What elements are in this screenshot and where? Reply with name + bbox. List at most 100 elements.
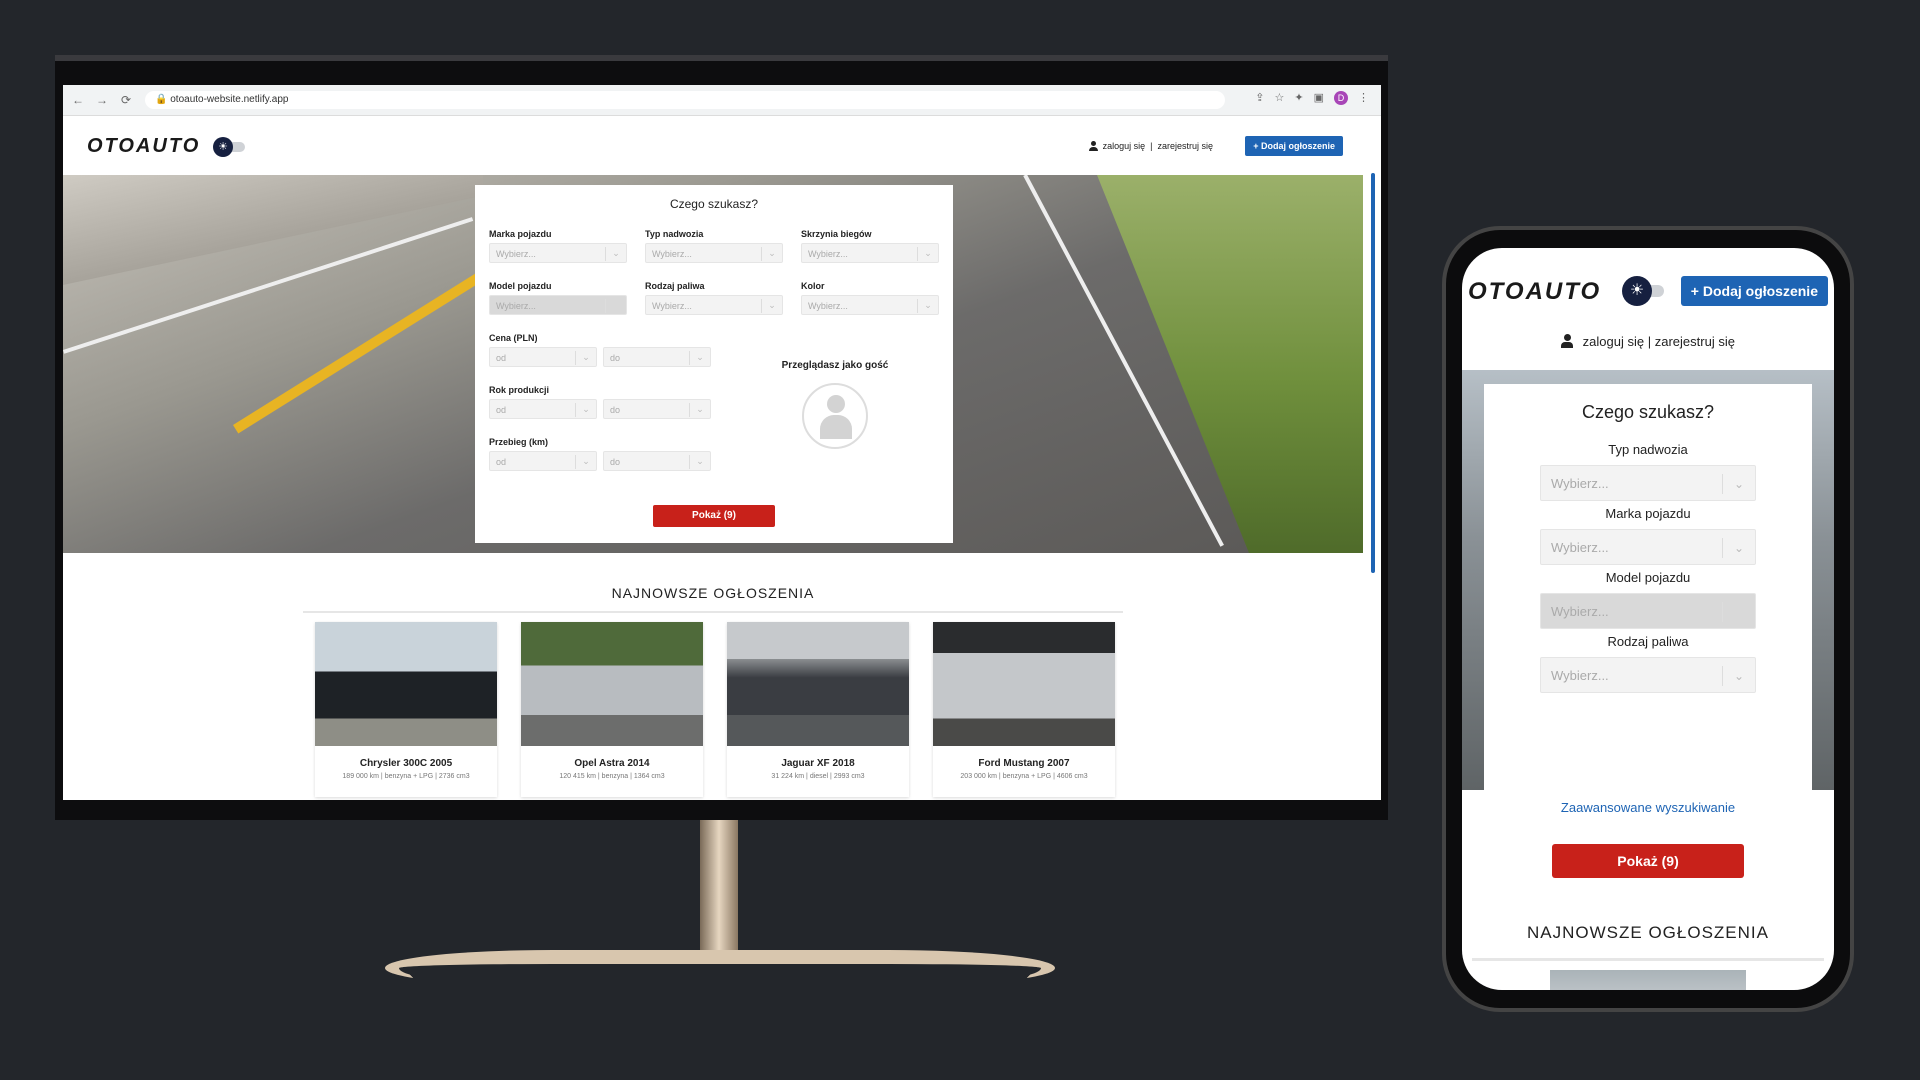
- theme-toggle[interactable]: ☀: [213, 137, 245, 157]
- site-logo[interactable]: OTOAUTO: [87, 135, 200, 158]
- address-bar-url: otoauto-website.netlify.app: [170, 94, 289, 105]
- mobile-register-link[interactable]: zarejestruj się: [1655, 334, 1735, 349]
- body-type-select[interactable]: Wybierz... ⌄: [645, 243, 783, 263]
- forward-icon[interactable]: →: [93, 93, 111, 107]
- browser-actions: ⇪ ☆ ✦ ▣ D ⋮: [1255, 91, 1369, 105]
- body-type-placeholder: Wybierz...: [652, 249, 692, 259]
- price-from-select[interactable]: od ⌄: [489, 347, 597, 367]
- mobile-add-listing-button[interactable]: + Dodaj ogłoszenie: [1680, 276, 1828, 306]
- body-type-select[interactable]: Wybierz... ⌄: [1540, 465, 1756, 501]
- brand-select[interactable]: Wybierz... ⌄: [1540, 529, 1756, 565]
- car-photo: [521, 622, 703, 746]
- model-select[interactable]: Wybierz...: [489, 295, 627, 315]
- mobile-login-link[interactable]: zaloguj się: [1583, 334, 1644, 349]
- price-range: od ⌄ do ⌄: [489, 347, 729, 367]
- fuel-select[interactable]: Wybierz... ⌄: [1540, 657, 1756, 693]
- search-title: Czego szukasz?: [669, 197, 759, 211]
- desktop-screen: ← → ⟳ 🔒 otoauto-website.netlify.app ⇪ ☆ …: [63, 85, 1381, 800]
- mobile-search-title: Czego szukasz?: [1581, 402, 1715, 422]
- listing-specs: 203 000 km | benzyna + LPG | 4606 cm3: [960, 773, 1088, 780]
- model-label: Model pojazdu: [489, 281, 552, 291]
- mileage-from-select[interactable]: od ⌄: [489, 451, 597, 471]
- year-to: do: [610, 405, 621, 415]
- mobile-model-field: Model pojazdu Wybierz...: [1540, 570, 1756, 629]
- year-field: Rok produkcji od ⌄ do ⌄: [489, 385, 729, 419]
- mileage-to: do: [610, 457, 621, 467]
- auth-separator: |: [1150, 141, 1153, 151]
- advanced-search-link[interactable]: Zaawansowane wyszukiwanie: [1484, 800, 1812, 815]
- year-from: od: [496, 405, 507, 415]
- price-to-select[interactable]: do ⌄: [603, 347, 711, 367]
- color-select[interactable]: Wybierz... ⌄: [801, 295, 939, 315]
- listing-title: Opel Astra 2014: [574, 758, 650, 769]
- gearbox-select[interactable]: Wybierz... ⌄: [801, 243, 939, 263]
- year-range: od ⌄ do ⌄: [489, 399, 729, 419]
- mobile-search-panel: Czego szukasz? Typ nadwozia Wybierz... ⌄ …: [1484, 384, 1812, 878]
- mobile-show-results-button[interactable]: Pokaż (9): [1552, 844, 1744, 878]
- mobile-phone: OTOAUTO ☀ + Dodaj ogłoszenie zaloguj się…: [1442, 226, 1854, 1012]
- scrollbar[interactable]: [1371, 173, 1375, 573]
- color-label: Kolor: [801, 281, 825, 291]
- listing-card[interactable]: Opel Astra 2014 120 415 km | benzyna | 1…: [521, 622, 703, 797]
- star-icon[interactable]: ☆: [1275, 91, 1285, 105]
- mobile-brand-field: Marka pojazdu Wybierz... ⌄: [1540, 506, 1756, 565]
- brand-select[interactable]: Wybierz... ⌄: [489, 243, 627, 263]
- mileage-to-select[interactable]: do ⌄: [603, 451, 711, 471]
- listing-specs: 189 000 km | benzyna + LPG | 2736 cm3: [342, 773, 470, 780]
- brand-placeholder: Wybierz...: [496, 249, 536, 259]
- model-label: Model pojazdu: [1605, 570, 1691, 585]
- listing-card[interactable]: Chrysler 300C 2005 189 000 km | benzyna …: [315, 622, 497, 797]
- add-listing-button[interactable]: + Dodaj ogłoszenie: [1245, 136, 1343, 156]
- model-select[interactable]: Wybierz...: [1540, 593, 1756, 629]
- extensions-icon[interactable]: ✦: [1294, 91, 1303, 105]
- monitor-stand-neck: [700, 820, 738, 960]
- chevron-down-icon: [1722, 602, 1755, 622]
- menu-dots-icon[interactable]: ⋮: [1358, 91, 1369, 105]
- brand-label: Marka pojazdu: [489, 229, 552, 239]
- brand-placeholder: Wybierz...: [1551, 540, 1609, 555]
- listing-card[interactable]: Ford Mustang 2007 203 000 km | benzyna +…: [933, 622, 1115, 797]
- reload-icon[interactable]: ⟳: [117, 93, 135, 107]
- body-type-label: Typ nadwozia: [1608, 442, 1688, 457]
- listing-title: Chrysler 300C 2005: [359, 758, 453, 769]
- body-type-placeholder: Wybierz...: [1551, 476, 1609, 491]
- share-icon[interactable]: ⇪: [1255, 91, 1264, 105]
- color-field: Kolor Wybierz... ⌄: [801, 281, 939, 315]
- register-link[interactable]: zarejestruj się: [1157, 141, 1213, 151]
- newest-listings-title: NAJNOWSZE OGŁOSZENIA: [611, 585, 815, 601]
- sidebar-icon[interactable]: ▣: [1314, 91, 1324, 105]
- chevron-down-icon: ⌄: [1722, 666, 1755, 686]
- fuel-field: Rodzaj paliwa Wybierz... ⌄: [645, 281, 783, 315]
- brand-label: Marka pojazdu: [1605, 506, 1691, 521]
- chevron-down-icon: ⌄: [1722, 474, 1755, 494]
- user-icon: [1088, 141, 1098, 151]
- model-field: Model pojazdu Wybierz...: [489, 281, 627, 315]
- show-results-button[interactable]: Pokaż (9): [653, 505, 775, 527]
- chevron-down-icon: ⌄: [917, 299, 938, 313]
- listing-cards: Chrysler 300C 2005 189 000 km | benzyna …: [315, 622, 1115, 800]
- price-from: od: [496, 353, 507, 363]
- mobile-theme-toggle[interactable]: ☀: [1622, 276, 1666, 306]
- address-bar[interactable]: 🔒 otoauto-website.netlify.app: [145, 91, 1225, 109]
- year-from-select[interactable]: od ⌄: [489, 399, 597, 419]
- listing-title: Jaguar XF 2018: [781, 758, 855, 769]
- fuel-label: Rodzaj paliwa: [1607, 634, 1689, 649]
- model-placeholder: Wybierz...: [1551, 604, 1609, 619]
- listing-card[interactable]: Jaguar XF 2018 31 224 km | diesel | 2993…: [727, 622, 909, 797]
- chevron-down-icon: ⌄: [575, 351, 596, 365]
- gearbox-field: Skrzynia biegów Wybierz... ⌄: [801, 229, 939, 263]
- profile-avatar[interactable]: D: [1334, 91, 1348, 105]
- fuel-select[interactable]: Wybierz... ⌄: [645, 295, 783, 315]
- chevron-down-icon: ⌄: [761, 299, 782, 313]
- mobile-listing-card[interactable]: [1550, 970, 1746, 990]
- chevron-down-icon: ⌄: [575, 455, 596, 469]
- chevron-down-icon: ⌄: [917, 247, 938, 261]
- sun-icon: ☀: [213, 137, 233, 157]
- back-icon[interactable]: ←: [69, 93, 87, 107]
- mileage-field: Przebieg (km) od ⌄ do ⌄: [489, 437, 729, 471]
- gearbox-placeholder: Wybierz...: [808, 249, 848, 259]
- chevron-down-icon: ⌄: [761, 247, 782, 261]
- year-to-select[interactable]: do ⌄: [603, 399, 711, 419]
- login-link[interactable]: zaloguj się: [1103, 141, 1146, 151]
- mobile-site-logo[interactable]: OTOAUTO: [1468, 278, 1601, 306]
